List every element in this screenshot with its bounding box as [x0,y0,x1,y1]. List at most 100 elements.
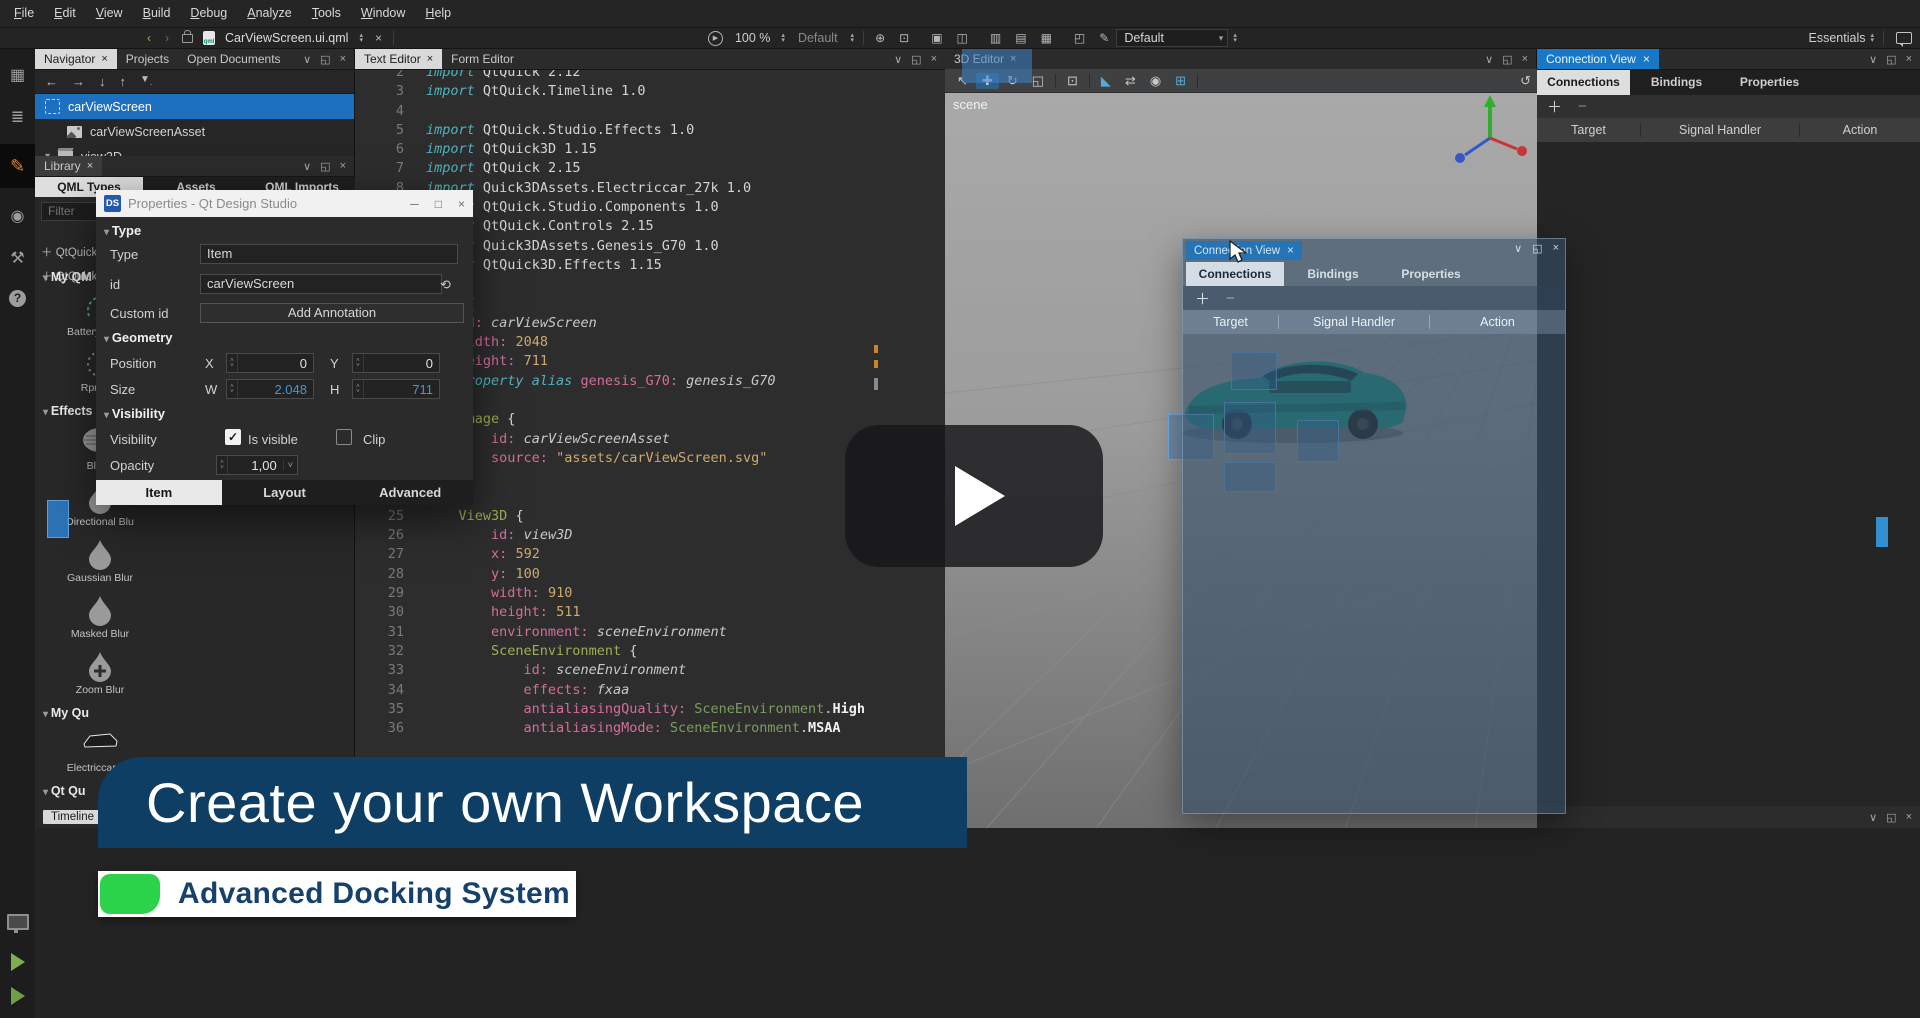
frame-outline-icon[interactable]: ▣ [924,31,949,45]
undock-icon[interactable]: ◱ [1886,811,1896,824]
code-line[interactable]: 7import QtQuick 2.15 [355,159,943,178]
chevron-down-icon[interactable]: ∨ [1485,53,1493,66]
close-icon[interactable]: × [340,160,346,172]
tab-projects[interactable]: Projects [117,49,178,69]
code-line[interactable]: 29 width: 910 [355,584,943,603]
projects-mode-icon[interactable]: ⚒ [0,241,35,275]
column-action[interactable]: Action [1800,123,1920,137]
nav-back-icon[interactable]: ‹ [140,31,158,45]
library-item-masked-blur[interactable] [71,594,129,628]
tab-layout[interactable]: Layout [222,480,348,505]
tab-form-editor[interactable]: Form Editor [442,49,523,69]
code-line[interactable]: 31 environment: sceneEnvironment [355,623,943,642]
close-icon[interactable]: × [1553,242,1559,255]
menu-tools[interactable]: Tools [302,0,351,27]
is-visible-checkbox[interactable]: ✓ [225,429,241,445]
perspective-spinner-icon[interactable]: ▴▾ [1865,33,1879,43]
menu-edit[interactable]: Edit [44,0,86,27]
new-doc-icon[interactable]: ◰ [1067,31,1092,45]
video-play-button[interactable] [845,425,1103,567]
undock-icon[interactable]: ◱ [1532,242,1542,255]
menu-window[interactable]: Window [351,0,415,27]
close-document-icon[interactable]: × [368,31,389,45]
menu-build[interactable]: Build [133,0,181,27]
library-item-gaussian-blur[interactable] [71,538,129,572]
editor-scroll-handle[interactable] [874,378,878,390]
code-line[interactable]: 36 antialiasingMode: SceneEnvironment.MS… [355,719,943,738]
y-spinbox[interactable]: ˄˅0 [352,353,440,373]
x-spinbox[interactable]: ˄˅0 [226,353,314,373]
add-connection-icon[interactable]: ＋ [1195,288,1210,309]
tab-properties[interactable]: Properties [1382,262,1480,286]
show-grid-icon[interactable]: ⊞ [1169,73,1192,89]
close-icon[interactable]: × [87,156,93,176]
move-down-icon[interactable]: ↓ [99,74,106,89]
selection-frame-icon[interactable]: ⊡ [892,31,916,45]
move-left-icon[interactable]: ← [45,74,58,89]
tab-properties[interactable]: Properties [1723,70,1816,95]
type-field[interactable]: Item [200,244,458,264]
menu-help[interactable]: Help [415,0,461,27]
frame-add-icon[interactable]: ◫ [950,31,975,45]
chevron-down-icon[interactable]: ∨ [303,160,311,173]
code-line[interactable]: 6import QtQuick3D 1.15 [355,140,943,159]
floating-connection-view-dialog[interactable]: Connection View× ∨◱× Connections Binding… [1182,238,1566,814]
close-icon[interactable]: × [458,197,465,211]
lock-icon[interactable] [182,34,193,43]
reset-view-icon[interactable]: ↺ [1520,73,1531,89]
tab-bindings[interactable]: Bindings [1630,70,1723,95]
fit-selected-icon[interactable]: ⊡ [1061,73,1084,89]
document-dropdown-icon[interactable]: ▴▾ [354,33,368,43]
camera-cone-icon[interactable]: ◣ [1095,73,1117,89]
edit-doc-icon[interactable]: ✎ [1092,31,1116,45]
tab-item[interactable]: Item [96,480,222,505]
column-target[interactable]: Target [1537,123,1641,137]
close-icon[interactable]: × [1643,52,1650,66]
move-up-icon[interactable]: ↑ [120,74,127,89]
kit-selector[interactable]: Default [790,31,846,45]
chevron-down-icon[interactable]: ∨ [1869,811,1877,824]
nav-forward-icon[interactable]: › [158,31,176,45]
zoom-spinner-icon[interactable]: ▴▾ [776,33,790,43]
edit-mode-icon[interactable]: ≣ [0,100,35,134]
code-line[interactable]: 28 y: 100 [355,565,943,584]
move-right-icon[interactable]: → [72,74,85,89]
scene-node-label[interactable]: scene [953,97,988,112]
debug-mode-icon[interactable]: ◉ [0,199,35,233]
add-connection-icon[interactable]: ＋ [1547,96,1562,117]
close-icon[interactable]: × [101,49,107,69]
zoom-level[interactable]: 100 % [729,31,776,45]
undock-icon[interactable]: ◱ [320,53,330,66]
section-visibility[interactable]: Visibility [104,406,165,421]
library-item-zoom-blur[interactable] [71,650,129,684]
move-camera-icon[interactable]: ⇄ [1119,73,1142,89]
code-line[interactable]: 33 id: sceneEnvironment [355,661,943,680]
library-item-timeline[interactable]: Timeline [43,810,102,824]
section-type[interactable]: Type [104,223,141,238]
maximize-icon[interactable]: □ [435,197,442,211]
undock-icon[interactable]: ◱ [1502,53,1512,66]
menu-analyze[interactable]: Analyze [237,0,301,27]
feedback-chat-icon[interactable] [1896,32,1912,44]
chevron-down-icon[interactable]: ∨ [894,53,902,66]
code-line[interactable]: 32 SceneEnvironment { [355,642,943,661]
close-icon[interactable]: × [1522,53,1528,65]
library-section-effects[interactable]: Effects [43,404,93,418]
code-line[interactable]: 3import QtQuick.Timeline 1.0 [355,82,943,101]
column-signal-handler[interactable]: Signal Handler [1279,315,1430,329]
chevron-down-icon[interactable]: ˅ [283,460,297,470]
code-line[interactable]: 30 height: 511 [355,603,943,622]
column-target[interactable]: Target [1183,315,1279,329]
help-mode-icon[interactable]: ? [0,281,35,315]
kit-spinner-icon[interactable]: ▴▾ [846,33,860,43]
ruler-icon[interactable]: ▥ [983,31,1008,45]
chevron-down-icon[interactable]: ∨ [1514,242,1522,255]
axis-gizmo[interactable] [1445,93,1535,173]
column-action[interactable]: Action [1430,315,1565,329]
library-import-row[interactable]: ＋ QtQuick [41,244,97,260]
perspective-selector[interactable]: Essentials [1809,31,1866,45]
width-spinbox[interactable]: ˄˅2.048 [226,379,314,399]
code-line[interactable]: 4 [355,102,943,121]
move-anchor-icon[interactable]: ⊕ [868,31,892,45]
tab-connections[interactable]: Connections [1186,262,1284,286]
